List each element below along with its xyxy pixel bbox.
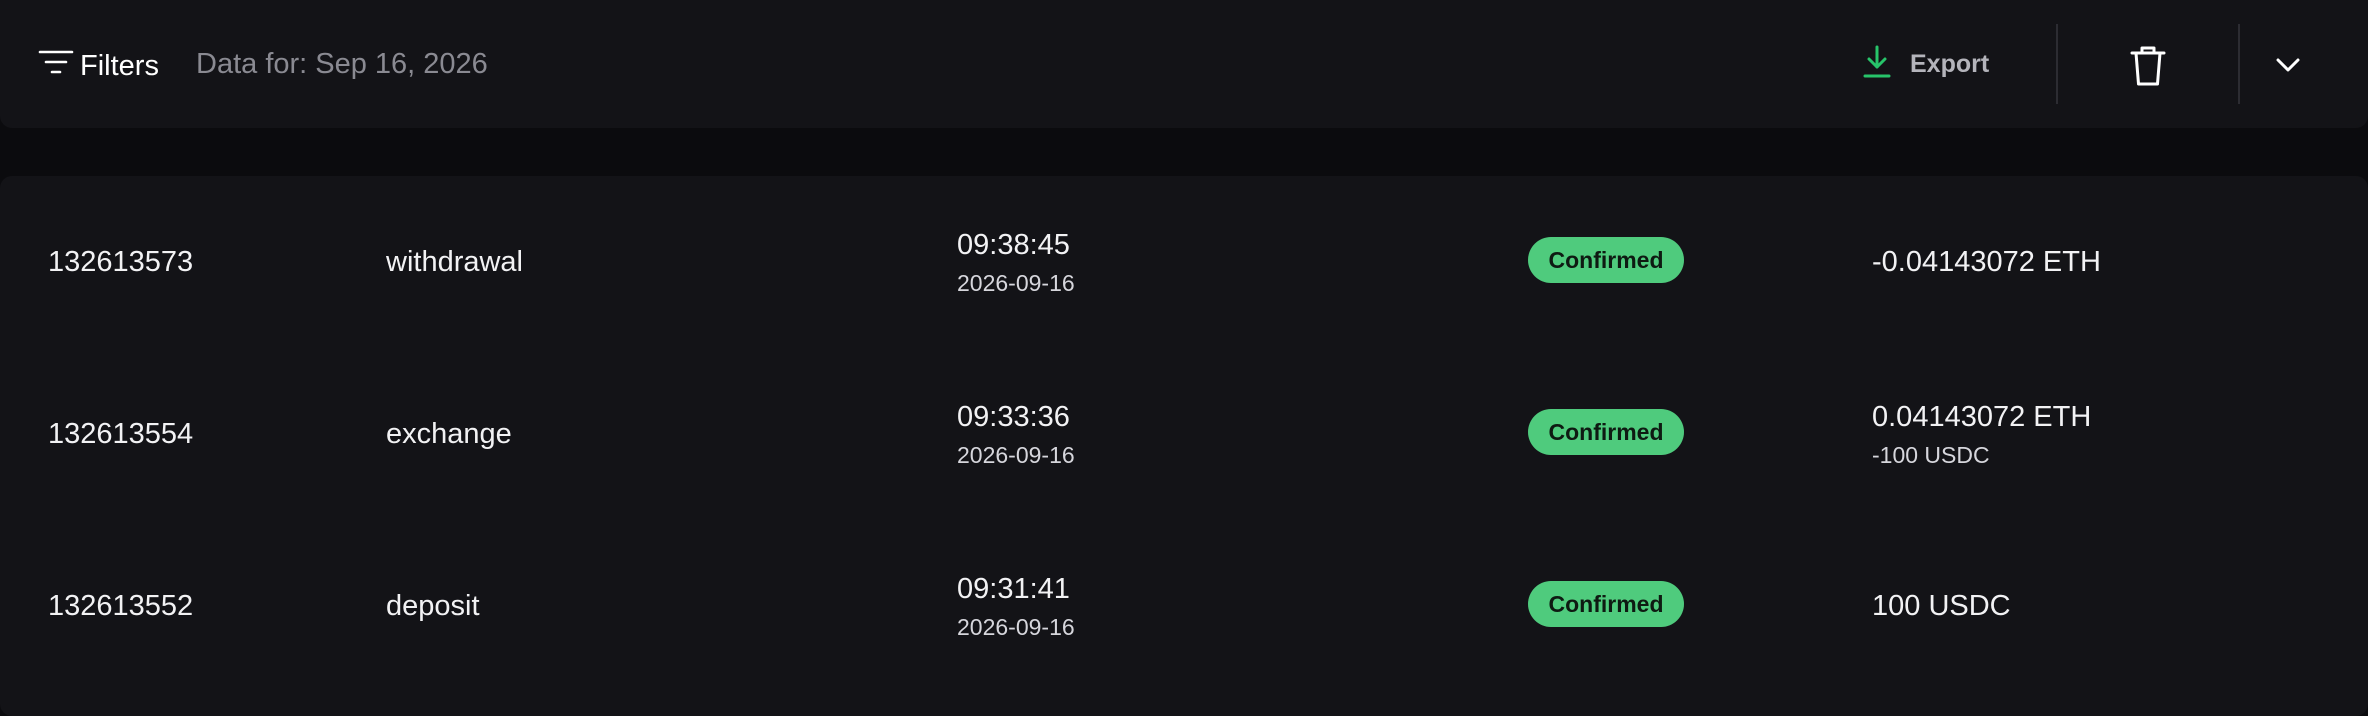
download-icon (1862, 45, 1910, 84)
toolbar-divider (2056, 24, 2058, 104)
transaction-date: 2026-09-16 (957, 442, 1075, 468)
export-label: Export (1910, 49, 1990, 78)
status-badge: Confirmed (1528, 237, 1684, 283)
table-row[interactable]: 132613552 deposit 09:31:41 2026-09-16 Co… (0, 520, 2368, 692)
transaction-id: 132613554 (48, 418, 194, 450)
transaction-amount-secondary: -100 USDC (1872, 442, 1990, 468)
toolbar: Filters Data for: Sep 16, 2026 Export (0, 0, 2368, 128)
transaction-amount: 100 USDC (1872, 590, 2011, 622)
transactions-table: 132613573 withdrawal 09:38:45 2026-09-16… (0, 176, 2368, 716)
transaction-time: 09:38:45 (957, 229, 1070, 261)
transaction-id: 132613573 (48, 246, 194, 278)
delete-button[interactable] (2128, 44, 2168, 88)
transaction-date: 2026-09-16 (957, 614, 1075, 640)
transaction-time: 09:31:41 (957, 573, 1070, 605)
expand-button[interactable] (2270, 50, 2306, 80)
chevron-down-icon (2270, 58, 2306, 84)
transaction-amount: -0.04143072 ETH (1872, 246, 2101, 278)
transaction-date: 2026-09-16 (957, 270, 1075, 296)
toolbar-divider (2238, 24, 2240, 104)
status-badge: Confirmed (1528, 581, 1684, 627)
transaction-type: exchange (386, 418, 512, 450)
transaction-type: withdrawal (386, 246, 523, 278)
transaction-type: deposit (386, 590, 480, 622)
transaction-amount: 0.04143072 ETH (1872, 401, 2092, 433)
table-row[interactable]: 132613554 exchange 09:33:36 2026-09-16 C… (0, 348, 2368, 520)
status-badge: Confirmed (1528, 409, 1684, 455)
filters-label: Filters (80, 49, 159, 82)
export-button[interactable]: Export (1862, 44, 1989, 84)
trash-icon (2128, 46, 2168, 92)
transaction-id: 132613552 (48, 590, 194, 622)
transaction-time: 09:33:36 (957, 401, 1070, 433)
table-row[interactable]: 132613573 withdrawal 09:38:45 2026-09-16… (0, 176, 2368, 348)
data-date-label: Data for: Sep 16, 2026 (196, 48, 488, 80)
filters-button[interactable]: Filters (38, 44, 159, 88)
filter-icon (38, 46, 80, 87)
